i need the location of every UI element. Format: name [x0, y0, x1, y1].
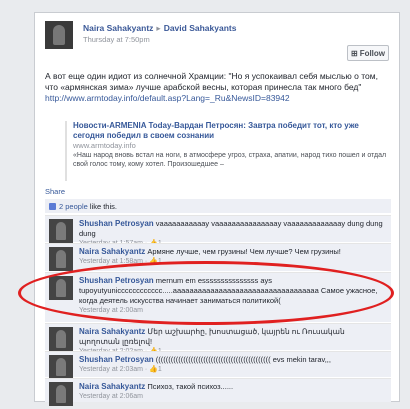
post-text: А вот еще один идиот из солнечной Храмци… [45, 71, 391, 104]
author-avatar[interactable] [45, 21, 73, 49]
preview-description: «Наш народ вновь встал на ноги, в атмосф… [73, 152, 387, 168]
post-link[interactable]: http://www.armtoday.info/default.asp?Lan… [45, 93, 391, 104]
comment-item: Naira Sahakyantz Армяне лучше, чем грузи… [45, 243, 391, 271]
comment-time[interactable]: Yesterday at 2:00am [79, 307, 143, 314]
preview-title[interactable]: Новости-ARMENIA Today-Вардан Петросян: З… [73, 121, 391, 141]
commenter-avatar[interactable] [49, 382, 73, 406]
thumbs-up-icon [49, 203, 56, 210]
thumbs-up-icon[interactable]: 👍 [149, 258, 158, 265]
comment-text: Армяне лучше, чем грузины! Чем лучше? Че… [147, 247, 341, 256]
share-link[interactable]: Share [45, 187, 65, 196]
commenter-name[interactable]: Naira Sahakyantz [79, 382, 145, 391]
likes-suffix: like this. [87, 202, 117, 211]
commenter-name[interactable]: Naira Sahakyantz [79, 247, 145, 256]
comment-time[interactable]: Yesterday at 1:58am [79, 258, 143, 265]
follow-label: Follow [359, 48, 386, 58]
story-card: Naira Sahakyantz ▸ David Sahakyants Thursd… [34, 12, 400, 406]
commenter-avatar[interactable] [49, 276, 73, 300]
commenter-name[interactable]: Shushan Petrosyan [79, 276, 154, 285]
comment-time[interactable]: Yesterday at 2:03am [79, 366, 143, 373]
likes-count[interactable]: 2 people [59, 202, 88, 211]
commenter-name[interactable]: Naira Sahakyantz [79, 327, 145, 336]
commenter-name[interactable]: Shushan Petrosyan [79, 219, 154, 228]
likes-bar: 2 people like this. [45, 199, 391, 213]
post-text-line: А вот еще один идиот из солнечной Храмци… [45, 71, 378, 81]
preview-domain: www.armtoday.info [73, 141, 136, 150]
follow-icon: ⊞ [350, 48, 358, 58]
comment-item: Naira Sahakyantz Психоз, такой психоз...… [45, 378, 391, 406]
commenter-avatar[interactable] [49, 219, 73, 243]
recipient-name[interactable]: David Sahakyants [164, 23, 237, 33]
comment-item: Shushan Petrosyan mernum em esssssssssss… [45, 272, 391, 322]
arrow-right-icon: ▸ [156, 23, 161, 33]
commenter-avatar[interactable] [49, 355, 73, 379]
commenter-name[interactable]: Shushan Petrosyan [79, 355, 154, 364]
comment-text: ((((((((((((((((((((((((((((((((((((((((… [155, 355, 331, 364]
follow-button[interactable]: ⊞ Follow [347, 45, 389, 61]
post-timestamp[interactable]: Thursday at 7:50pm [83, 35, 150, 44]
comment-text: Психоз, такой психоз...... [147, 382, 234, 391]
thumbs-up-icon[interactable]: 👍 [149, 366, 158, 373]
comment-likes: 1 [157, 258, 162, 265]
author-name[interactable]: Naira Sahakyantz [83, 23, 153, 33]
comment-item: Naira Sahakyantz Մեր աշխարհը, խոստացած, … [45, 323, 391, 355]
link-preview[interactable]: Новости-ARMENIA Today-Вардан Петросян: З… [65, 121, 391, 181]
comment-likes: 1 [157, 366, 162, 373]
commenter-avatar[interactable] [49, 327, 73, 351]
comment-item: Shushan Petrosyan ((((((((((((((((((((((… [45, 351, 391, 379]
comment-item: Shushan Petrosyan vaaaaaaaaaaay vaaaaaaa… [45, 215, 391, 247]
post-header: Naira Sahakyantz ▸ David Sahakyants Thursd… [45, 21, 391, 69]
post-participants: Naira Sahakyantz ▸ David Sahakyants [83, 23, 236, 34]
commenter-avatar[interactable] [49, 247, 73, 271]
comment-time[interactable]: Yesterday at 2:06am [79, 393, 143, 400]
post-text-line: что «армянская зима» лучше арабской весн… [45, 82, 362, 92]
